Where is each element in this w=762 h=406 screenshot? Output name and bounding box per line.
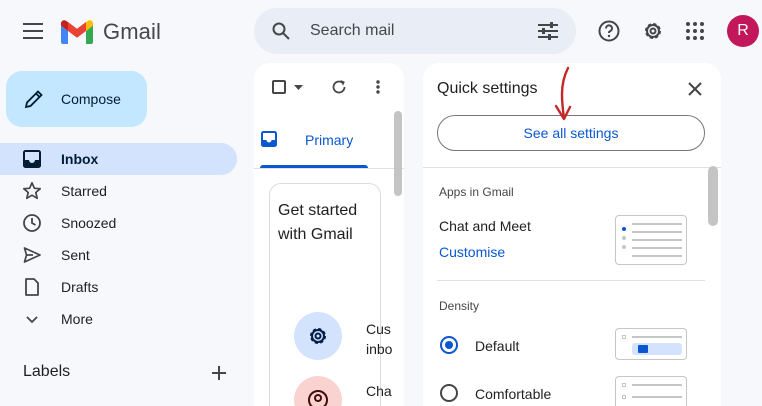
- tab-primary-label: Primary: [305, 132, 354, 148]
- select-all-checkbox[interactable]: [272, 80, 286, 94]
- settings-button[interactable]: [639, 17, 667, 45]
- send-icon: [23, 247, 41, 263]
- tab-divider: [254, 168, 404, 169]
- chat-meet-label: Chat and Meet: [439, 218, 531, 234]
- main-menu-button[interactable]: [17, 15, 49, 47]
- clock-icon: [23, 214, 41, 232]
- sidebar-item-more[interactable]: More: [0, 303, 237, 335]
- apps-in-gmail-heading: Apps in Gmail: [439, 185, 514, 199]
- gear-icon: [310, 328, 326, 344]
- draft-icon: [25, 278, 39, 296]
- sidebar-item-label: Drafts: [61, 279, 99, 295]
- compose-button[interactable]: Compose: [6, 71, 147, 127]
- density-comfortable-radio[interactable]: [440, 384, 458, 402]
- google-apps-button[interactable]: [682, 18, 708, 44]
- density-default-thumbnail: [615, 328, 687, 360]
- sidebar-item-starred[interactable]: Starred: [0, 175, 237, 207]
- help-icon: [598, 20, 620, 42]
- quick-settings-scrollbar[interactable]: [708, 166, 718, 226]
- create-label-button[interactable]: [209, 363, 229, 383]
- get-started-item-label[interactable]: Cus inbo: [366, 319, 400, 359]
- sidebar-item-label: Sent: [61, 247, 90, 263]
- sidebar-item-label: Snoozed: [61, 215, 117, 231]
- gmail-logo[interactable]: Gmail: [61, 18, 165, 46]
- apps-icon: [686, 22, 704, 40]
- caret-down-icon[interactable]: [294, 85, 303, 90]
- filter-options-icon[interactable]: [538, 22, 558, 40]
- tab-primary[interactable]: Primary: [254, 121, 368, 169]
- more-options-icon[interactable]: [376, 80, 380, 94]
- customise-link[interactable]: Customise: [439, 244, 505, 260]
- mail-list-scrollbar[interactable]: [394, 111, 402, 196]
- see-all-settings-label: See all settings: [523, 125, 619, 141]
- chat-meet-thumbnail: [615, 215, 687, 265]
- get-started-title: Get started with Gmail: [278, 202, 358, 243]
- close-button[interactable]: [685, 79, 705, 99]
- density-heading: Density: [439, 299, 480, 313]
- close-icon: [688, 82, 702, 96]
- menu-icon: [23, 23, 43, 39]
- sidebar-item-label: Inbox: [61, 151, 99, 167]
- plus-icon: [212, 366, 226, 380]
- sidebar-item-snoozed[interactable]: Snoozed: [0, 207, 237, 239]
- sidebar-item-label: Starred: [61, 183, 107, 199]
- profile-icon: [308, 390, 328, 406]
- avatar-initial: R: [737, 22, 749, 39]
- support-button[interactable]: [595, 17, 623, 45]
- star-icon: [22, 181, 42, 200]
- density-default-radio[interactable]: [440, 336, 458, 354]
- refresh-icon[interactable]: [331, 79, 347, 95]
- annotation-arrow-icon: [554, 66, 572, 121]
- search-placeholder[interactable]: Search mail: [310, 22, 394, 40]
- gmail-logo-text: Gmail: [103, 19, 161, 44]
- gmail-logo-icon: [61, 20, 93, 44]
- qs-divider: [437, 280, 705, 281]
- quick-settings-title: Quick settings: [437, 80, 538, 97]
- sidebar-item-sent[interactable]: Sent: [0, 239, 237, 271]
- customise-inbox-icon-circle[interactable]: [294, 312, 342, 360]
- density-option-label[interactable]: Default: [475, 338, 519, 354]
- get-started-item-label[interactable]: Cha: [366, 383, 392, 399]
- sidebar-item-label: More: [61, 311, 93, 327]
- inbox-tab-icon: [261, 131, 277, 147]
- chevron-down-icon: [26, 316, 38, 324]
- sidebar-item-drafts[interactable]: Drafts: [0, 271, 237, 303]
- search-icon[interactable]: [272, 22, 290, 40]
- density-option-label[interactable]: Comfortable: [475, 386, 551, 402]
- compose-label: Compose: [61, 91, 121, 107]
- avatar[interactable]: R: [727, 15, 759, 47]
- inbox-icon: [23, 150, 41, 168]
- sidebar-item-inbox[interactable]: Inbox: [0, 143, 237, 175]
- density-comfortable-thumbnail: [615, 376, 687, 406]
- qs-divider: [423, 167, 721, 168]
- labels-heading: Labels: [23, 363, 71, 380]
- settings-icon: [645, 23, 661, 39]
- search-bar[interactable]: Search mail: [254, 8, 576, 54]
- mail-list-panel: Primary Get started with Gmail Cus inbo …: [254, 63, 404, 406]
- pencil-icon: [24, 90, 43, 109]
